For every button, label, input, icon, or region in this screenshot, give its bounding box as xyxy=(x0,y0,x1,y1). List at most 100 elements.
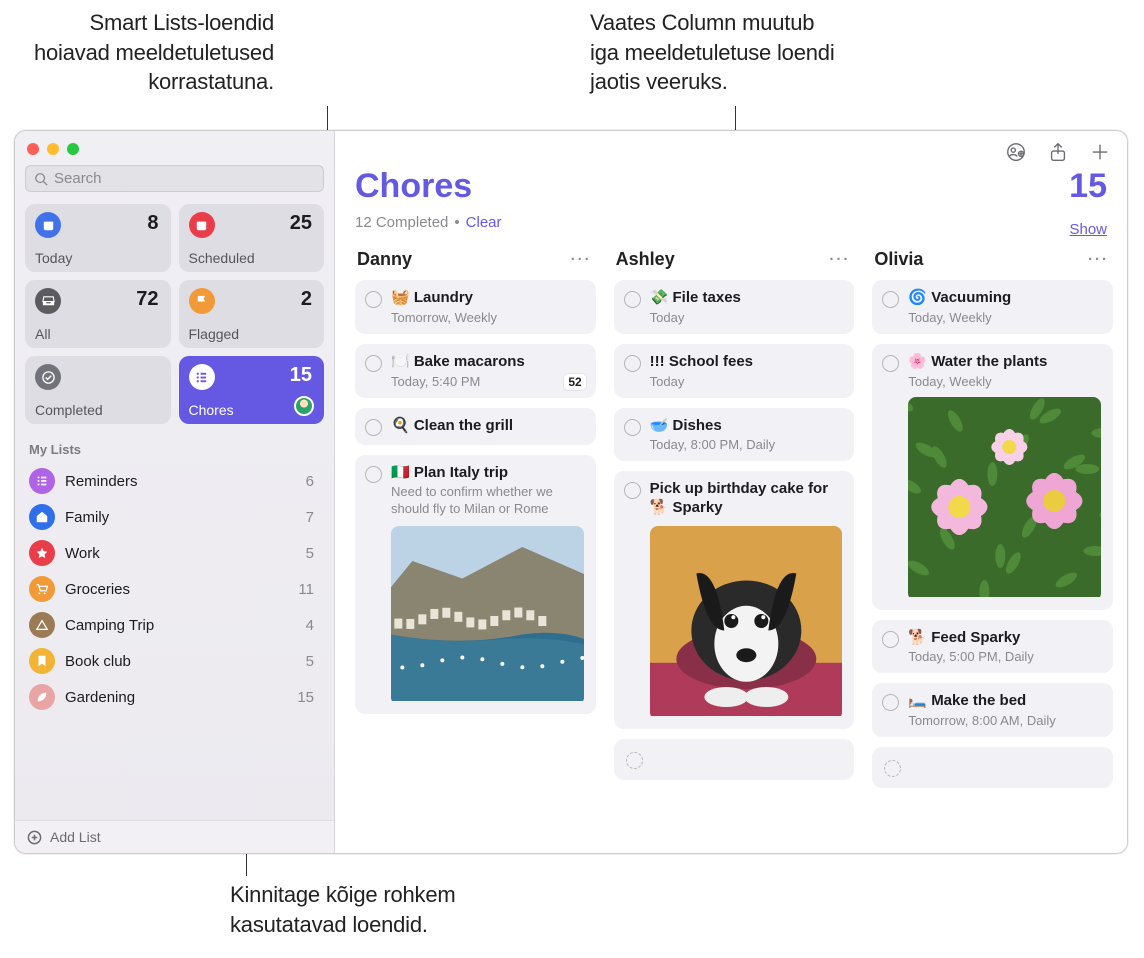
list-count: 15 xyxy=(297,689,320,706)
completed-text: 12 Completed xyxy=(355,214,448,231)
shared-avatar xyxy=(294,396,314,416)
column-olivia: Olivia ··· 🌀 Vacuuming Today, Weekly 🌸 Wa… xyxy=(872,245,1113,853)
minimize-icon[interactable] xyxy=(47,143,59,155)
column-title: Ashley xyxy=(616,249,675,270)
column-more-button[interactable]: ··· xyxy=(829,251,850,268)
list-count: 4 xyxy=(306,617,320,634)
column-title: Olivia xyxy=(874,249,923,270)
list-item-reminders[interactable]: Reminders 6 xyxy=(25,463,324,499)
reminder-card[interactable]: 🍽️ Bake macarons Today, 5:40 PM 52 xyxy=(355,344,596,398)
inbox-icon xyxy=(35,288,61,314)
list-item-family[interactable]: Family 7 xyxy=(25,499,324,535)
smart-list-completed[interactable]: Completed xyxy=(25,356,171,424)
reminder-card[interactable]: !!! School fees Today xyxy=(614,344,855,398)
list-icon xyxy=(189,364,215,390)
reminder-meta: Today xyxy=(650,374,843,389)
list-label: Work xyxy=(65,545,296,562)
reminder-card[interactable]: 💸 File taxes Today xyxy=(614,280,855,334)
reminder-title: 🐕 Feed Sparky xyxy=(908,629,1020,646)
reminder-card[interactable]: Pick up birthday cake for🐕 Sparky xyxy=(614,471,855,729)
main-content: Chores 15 12 Completed • Clear Show Dann… xyxy=(335,131,1127,853)
reminder-meta: Today, Weekly xyxy=(908,374,1101,389)
complete-radio[interactable] xyxy=(882,355,899,372)
add-list-button[interactable]: Add List xyxy=(15,820,334,853)
column-more-button[interactable]: ··· xyxy=(1088,251,1109,268)
reminder-card[interactable]: 🥣 Dishes Today, 8:00 PM, Daily xyxy=(614,408,855,462)
reminder-meta: Today, 5:00 PM, Daily xyxy=(908,649,1101,664)
my-lists-label: My Lists xyxy=(25,438,324,463)
collaborate-icon[interactable] xyxy=(1005,141,1027,163)
reminder-card[interactable]: 🇮🇹 Plan Italy trip Need to confirm wheth… xyxy=(355,455,596,715)
list-count: 5 xyxy=(306,653,320,670)
reminder-title: 🇮🇹 Plan Italy trip xyxy=(391,464,508,481)
list-count: 7 xyxy=(306,509,320,526)
search-input[interactable]: Search xyxy=(25,165,324,192)
reminder-title: !!! School fees xyxy=(650,353,753,370)
reminder-card[interactable]: 🌸 Water the plants Today, Weekly xyxy=(872,344,1113,610)
complete-radio[interactable] xyxy=(882,291,899,308)
flag-icon xyxy=(189,288,215,314)
new-reminder-placeholder[interactable] xyxy=(614,739,855,780)
complete-radio[interactable] xyxy=(624,419,641,436)
reminder-meta: Today, 8:00 PM, Daily xyxy=(650,437,843,452)
complete-radio[interactable] xyxy=(884,760,901,777)
smart-list-flagged[interactable]: 2 Flagged xyxy=(179,280,325,348)
list-label: Book club xyxy=(65,653,296,670)
list-icon xyxy=(29,468,55,494)
attachment-image[interactable] xyxy=(650,526,843,720)
smart-count: 15 xyxy=(290,364,312,387)
smart-list-chores[interactable]: 15 Chores xyxy=(179,356,325,424)
reminder-title: 💸 File taxes xyxy=(650,289,741,306)
reminder-meta: Today xyxy=(650,310,843,325)
column-more-button[interactable]: ··· xyxy=(571,251,592,268)
list-count: 5 xyxy=(306,545,320,562)
my-lists: Reminders 6 Family 7 Work 5 Groceries 11… xyxy=(25,463,324,715)
add-list-label: Add List xyxy=(50,829,101,845)
close-icon[interactable] xyxy=(27,143,39,155)
list-item-camping-trip[interactable]: Camping Trip 4 xyxy=(25,607,324,643)
list-item-book-club[interactable]: Book club 5 xyxy=(25,643,324,679)
show-button[interactable]: Show xyxy=(1069,221,1107,238)
reminder-note: Need to confirm whether we should fly to… xyxy=(391,484,584,518)
list-count: 15 xyxy=(1069,167,1107,206)
reminder-card[interactable]: 🐕 Feed Sparky Today, 5:00 PM, Daily xyxy=(872,620,1113,674)
bookmark-icon xyxy=(29,648,55,674)
maximize-icon[interactable] xyxy=(67,143,79,155)
attachment-image[interactable] xyxy=(908,397,1101,601)
smart-list-scheduled[interactable]: 25 Scheduled xyxy=(179,204,325,272)
reminder-card[interactable]: 🧺 Laundry Tomorrow, Weekly xyxy=(355,280,596,334)
reminder-card[interactable]: 🛏️ Make the bed Tomorrow, 8:00 AM, Daily xyxy=(872,683,1113,737)
toolbar xyxy=(335,131,1127,167)
attachment-image[interactable] xyxy=(391,526,584,705)
reminder-card[interactable]: 🌀 Vacuuming Today, Weekly xyxy=(872,280,1113,334)
list-label: Family xyxy=(65,509,296,526)
callout-smart-lists: Smart Lists-loendidhoiavad meeldetuletus… xyxy=(34,8,274,97)
complete-radio[interactable] xyxy=(624,291,641,308)
clear-completed-button[interactable]: Clear xyxy=(466,214,502,231)
smart-label: Completed xyxy=(35,402,159,418)
list-label: Camping Trip xyxy=(65,617,296,634)
leaf-icon xyxy=(29,684,55,710)
calendar-icon xyxy=(189,212,215,238)
column-title: Danny xyxy=(357,249,412,270)
smart-list-today[interactable]: 8 Today xyxy=(25,204,171,272)
list-item-work[interactable]: Work 5 xyxy=(25,535,324,571)
complete-radio[interactable] xyxy=(365,355,382,372)
add-reminder-icon[interactable] xyxy=(1089,141,1111,163)
share-icon[interactable] xyxy=(1047,141,1069,163)
complete-radio[interactable] xyxy=(365,419,382,436)
complete-radio[interactable] xyxy=(624,482,641,499)
new-reminder-placeholder[interactable] xyxy=(872,747,1113,788)
home-icon xyxy=(29,504,55,530)
complete-radio[interactable] xyxy=(365,466,382,483)
smart-list-all[interactable]: 72 All xyxy=(25,280,171,348)
complete-radio[interactable] xyxy=(626,752,643,769)
reminder-card[interactable]: 🍳 Clean the grill xyxy=(355,408,596,445)
window-controls[interactable] xyxy=(25,139,324,165)
complete-radio[interactable] xyxy=(882,631,899,648)
list-item-gardening[interactable]: Gardening 15 xyxy=(25,679,324,715)
list-item-groceries[interactable]: Groceries 11 xyxy=(25,571,324,607)
complete-radio[interactable] xyxy=(624,355,641,372)
complete-radio[interactable] xyxy=(882,694,899,711)
complete-radio[interactable] xyxy=(365,291,382,308)
